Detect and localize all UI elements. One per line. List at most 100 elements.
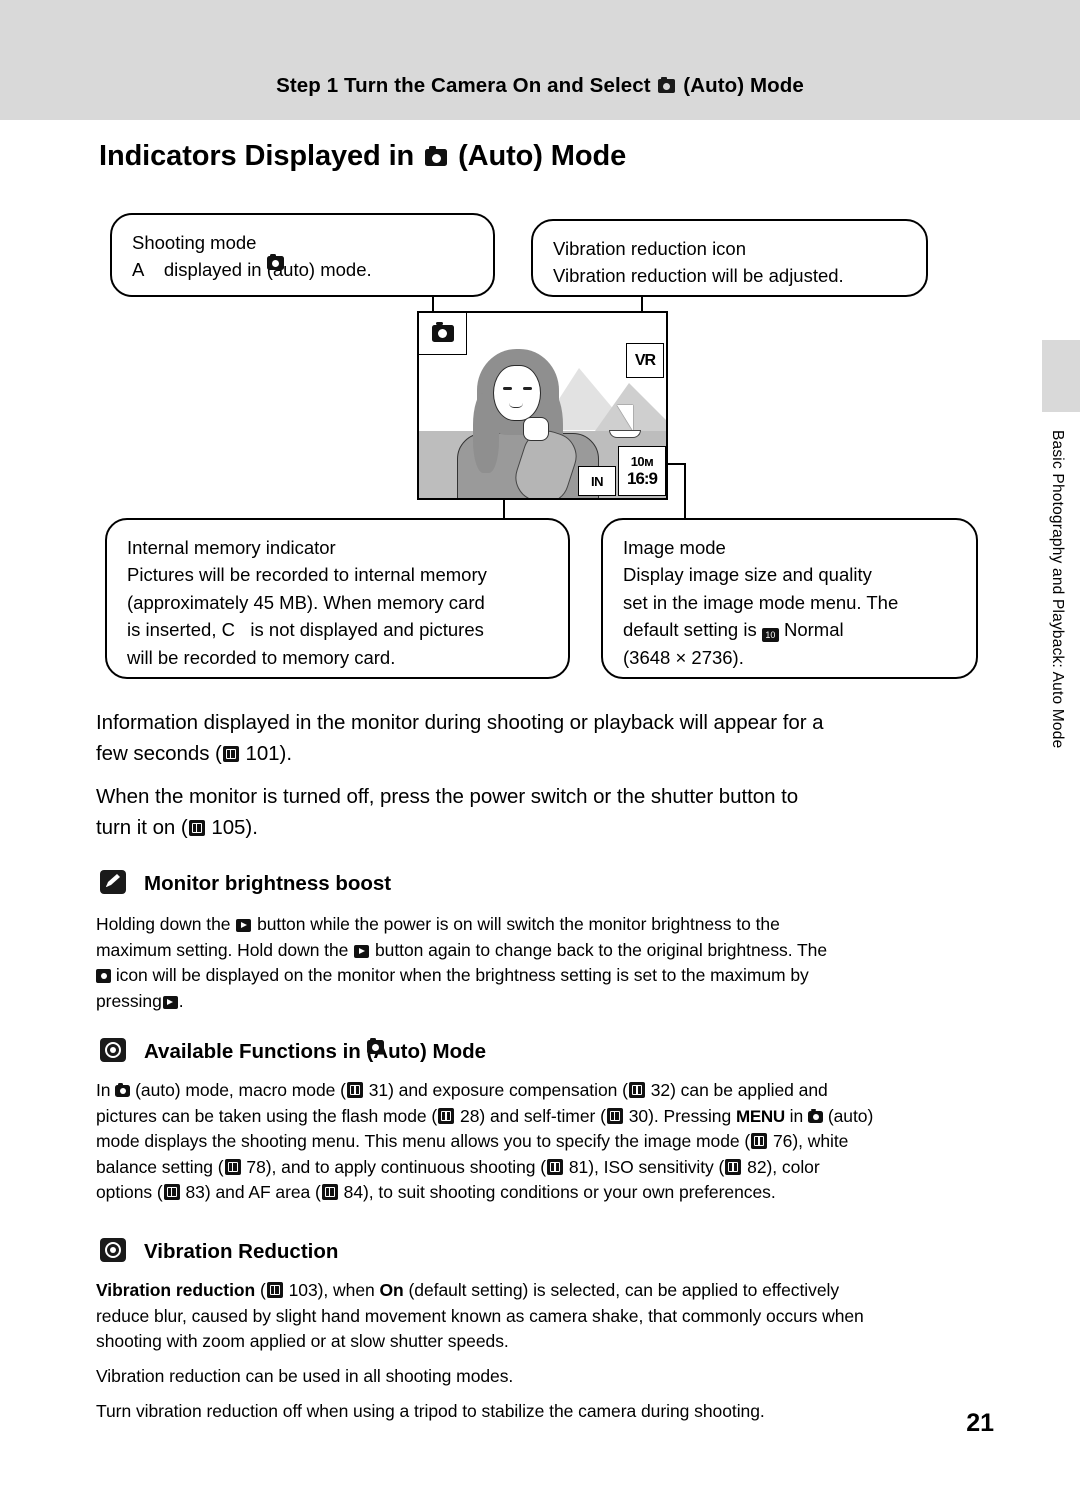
callout-internal-memory-line2: Pictures will be recorded to internal me… [127, 564, 487, 586]
shooting-mode-letter: A [132, 259, 144, 281]
shooting-mode-text1: displayed in [163, 259, 262, 281]
person-hand [523, 417, 549, 441]
callout-shooting-mode-line1: Shooting mode [132, 232, 257, 253]
callout-image-mode: Image mode Display image size and qualit… [601, 518, 978, 679]
camera-monitor-illustration: VR IN 10м 16:9 [417, 311, 668, 500]
page-title: Indicators Displayed in (Auto) Mode [99, 140, 626, 173]
page-number: 21 [966, 1409, 994, 1437]
callout-shooting-mode-line2: A displayed in (auto) mode. [132, 253, 473, 283]
playback-button-icon [162, 995, 178, 1009]
header-step-before: Step 1 Turn the Camera On and Select [276, 74, 651, 97]
manual-page: Step 1 Turn the Camera On and Select (Au… [0, 0, 1080, 1486]
af-l4-p1: 78 [246, 1156, 266, 1177]
reference-book-icon [628, 1082, 645, 1098]
body-p2-a: When the monitor is turned off, press th… [96, 785, 799, 808]
callout-vr-line1: Vibration reduction icon [553, 238, 747, 259]
camera-auto-icon [115, 1083, 131, 1097]
mb-l4-b: . [178, 990, 184, 1011]
header-step-text: Step 1 Turn the Camera On and Select (Au… [0, 74, 1080, 98]
section-heading-vibration-reduction: Vibration Reduction [144, 1240, 339, 1263]
af-l2-c: ). Pressing [648, 1105, 732, 1126]
vr-l3: shooting with zoom applied or at slow sh… [96, 1331, 509, 1352]
person-eye-left [503, 387, 512, 390]
af-l3-a: mode displays the shooting menu. This me… [96, 1131, 751, 1152]
callout-image-mode-line1: Image mode [623, 537, 726, 558]
camera-auto-icon [808, 1108, 823, 1123]
reference-book-icon [224, 1158, 241, 1175]
af-heading-after: (Auto) Mode [366, 1040, 487, 1063]
camera-auto-icon [425, 146, 448, 166]
callout-internal-memory-line5: will be recorded to memory card. [127, 646, 396, 668]
body-p1-page: 101 [245, 742, 280, 766]
playback-button-icon [354, 944, 370, 958]
vr-l1-c: ), when [317, 1280, 375, 1300]
af-l1-a: In [96, 1080, 111, 1100]
camera-auto-icon [266, 253, 284, 270]
vr-l1-a: Vibration reduction [96, 1280, 256, 1300]
osd-image-mode-top: 10м [630, 453, 654, 469]
callout-image-mode-line5: (3648 × 2736). [623, 646, 744, 668]
af-l5-b: ) and AF area ( [204, 1182, 321, 1203]
internal-memory-text2: is not displayed and pictures [250, 619, 484, 641]
body-paragraph-1: Information displayed in the monitor dur… [96, 707, 986, 769]
internal-memory-symbol: C [221, 619, 235, 641]
page-title-before: Indicators Displayed in [99, 140, 415, 172]
camera-auto-icon [366, 1037, 384, 1054]
body-p2-c: ). [245, 816, 258, 840]
reference-book-icon [266, 1282, 283, 1298]
sailboat-hull [609, 430, 641, 438]
camera-auto-icon [431, 321, 454, 342]
brightness-boost-icon [96, 969, 111, 984]
callout-image-mode-line2: Display image size and quality [623, 564, 872, 586]
reference-book-icon [725, 1158, 742, 1175]
image-mode-text2: Normal [783, 619, 844, 641]
af-l3-p1: 76 [772, 1131, 793, 1152]
pencil-icon [100, 870, 126, 894]
callout-internal-memory-line4: is inserted, C is not displayed and pict… [127, 616, 548, 643]
vr-l1-b: ( [259, 1280, 266, 1300]
image-mode-text1: default setting is [623, 619, 757, 641]
af-l3-b: ), white [792, 1131, 849, 1152]
af-l2-p1: 28 [460, 1105, 480, 1126]
af-l4-p3: 82 [747, 1156, 767, 1177]
reference-book-icon [321, 1184, 338, 1201]
callout-internal-memory-line1: Internal memory indicator [127, 537, 336, 558]
note-icon [100, 1038, 126, 1062]
side-tab-marker [1042, 340, 1080, 412]
note-icon [100, 1238, 126, 1262]
body-p2-b: turn it on ( [96, 816, 188, 840]
body-p1-a: Information displayed in the monitor dur… [96, 711, 824, 734]
af-l4-d: ), color [766, 1156, 820, 1177]
section-heading-available-functions: Available Functions in (Auto) Mode [144, 1037, 487, 1064]
mb-l3-a: icon will be displayed on the monitor wh… [115, 965, 809, 986]
vibration-reduction-note-2: Turn vibration reduction off when using … [96, 1401, 765, 1421]
connector-line [684, 463, 687, 523]
af-l2-d: in [789, 1105, 804, 1126]
mb-l4-a: pressing [96, 990, 162, 1011]
body-p1-b: few seconds ( [96, 742, 222, 766]
callout-image-mode-line3: set in the image mode menu. The [623, 591, 899, 613]
body-p1-c: ). [279, 742, 292, 766]
af-l4-p2: 81 [568, 1156, 589, 1177]
callout-shooting-mode: Shooting mode A displayed in (auto) mode… [110, 213, 495, 297]
vr-l2: reduce blur, caused by slight hand movem… [96, 1305, 864, 1326]
mb-l1-b: button while the power is on will switch… [257, 914, 780, 934]
osd-internal-memory-icon: IN [578, 466, 616, 496]
monitor-brightness-body: Holding down the button while the power … [96, 912, 986, 1014]
af-l5-p2: 84 [343, 1182, 364, 1203]
mb-l2-b: button again to change back to the origi… [375, 939, 828, 960]
reference-book-icon [547, 1158, 564, 1175]
reference-book-icon [438, 1107, 455, 1124]
sailboat-sail [615, 405, 633, 431]
vibration-reduction-body: Vibration reduction ( 103), when On (def… [96, 1278, 996, 1355]
osd-vibration-reduction-icon: VR [626, 343, 664, 378]
af-l1-d: ) can be applied and [670, 1080, 828, 1100]
vr-l1-on: On [379, 1280, 404, 1300]
playback-button-icon [236, 919, 252, 932]
camera-auto-icon [658, 76, 676, 93]
af-l2-b: ) and self-timer ( [479, 1105, 606, 1126]
header-band [0, 0, 1080, 120]
af-l4-c: ), ISO sensitivity ( [588, 1156, 725, 1177]
af-heading-before: Available Functions in [144, 1040, 361, 1063]
side-tab-label: Basic Photography and Playback: Auto Mod… [1049, 430, 1066, 749]
